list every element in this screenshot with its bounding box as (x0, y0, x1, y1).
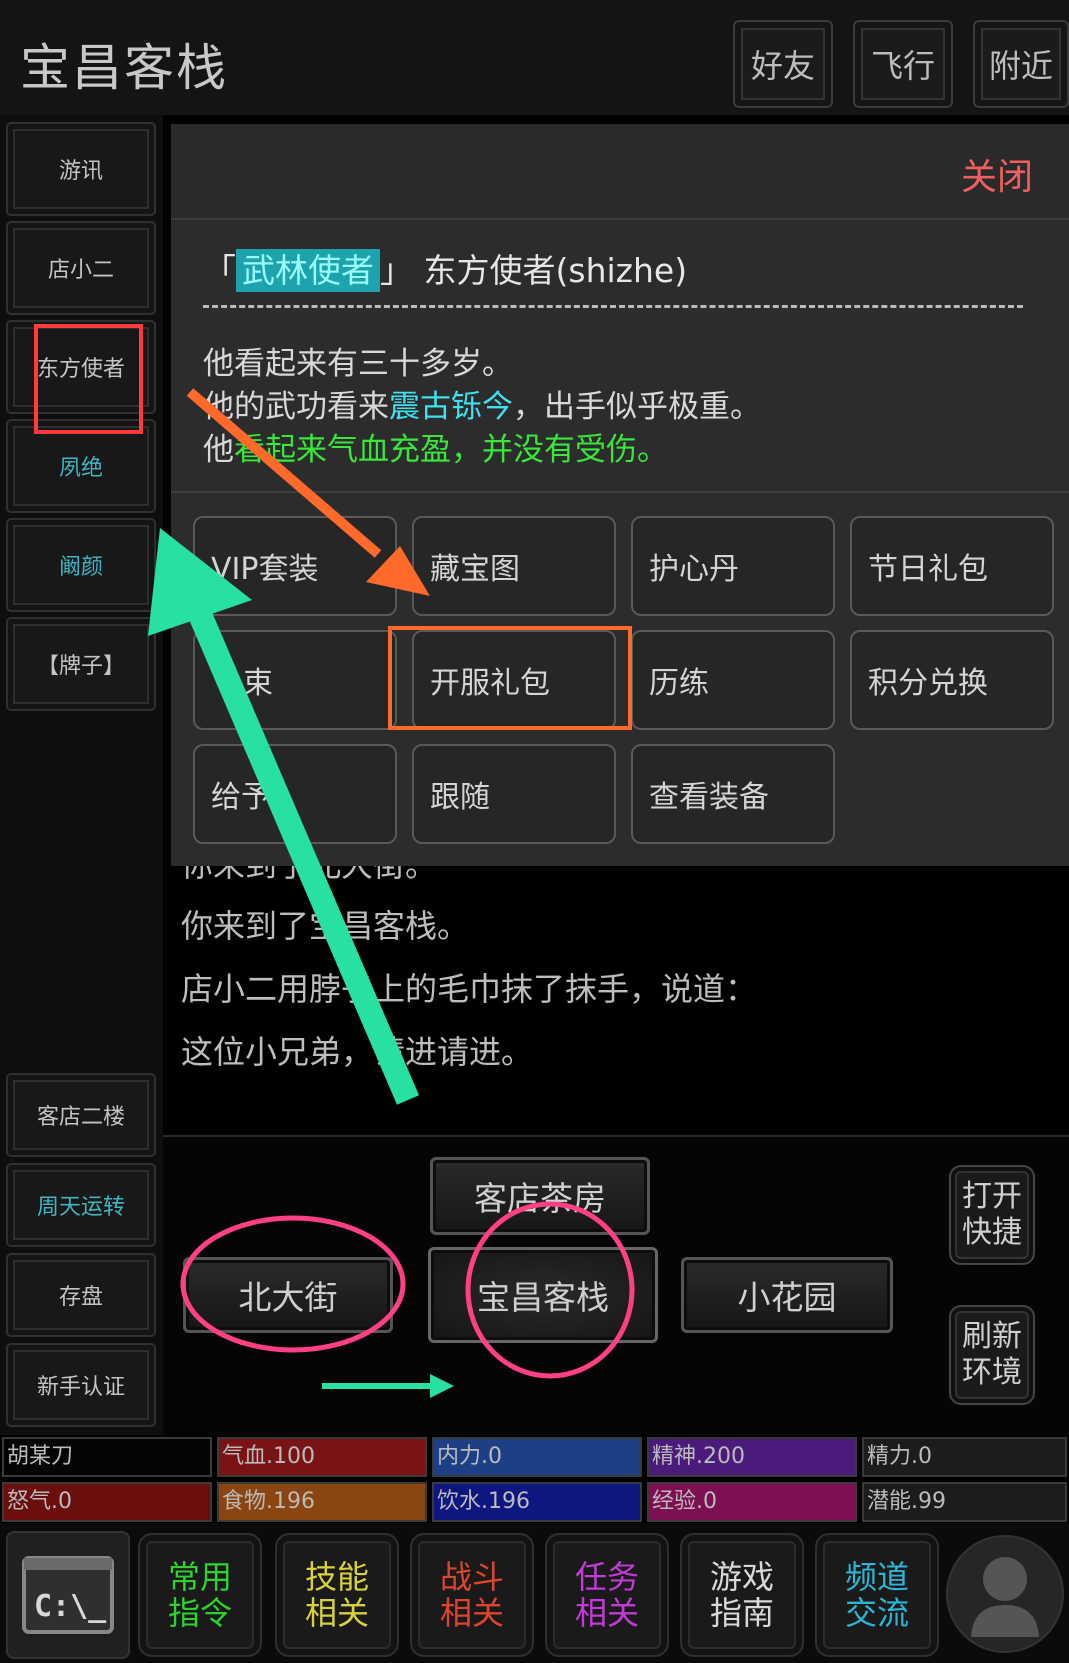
bracket-open: 「 (203, 251, 236, 290)
top-bar: 宝昌客栈 好友 飞行 附近 (0, 0, 1069, 115)
action-shu[interactable]: 束 (193, 630, 397, 730)
exit-west-beidajie[interactable]: 北大街 (183, 1257, 393, 1333)
exit-north-kedian-chafang[interactable]: 客店茶房 (430, 1157, 650, 1235)
stat-food: 食物.196 (217, 1482, 427, 1522)
stat-potential: 潜能.99 (862, 1482, 1067, 1522)
action-vip-set[interactable]: VIP套装 (193, 516, 397, 616)
action-give[interactable]: 给予 (193, 744, 397, 844)
npc-dialog: 关闭 「武林使者」 东方使者(shizhe) 他看起来有三十多岁。 他的武功看来… (171, 124, 1069, 866)
svg-text:C:\_: C:\_ (34, 1589, 107, 1624)
stat-hp: 气血.100 (217, 1437, 427, 1477)
divider (171, 491, 1069, 493)
refresh-environment-button[interactable]: 刷新 环境 (949, 1305, 1035, 1405)
common-commands-button[interactable]: 常用 指令 (138, 1533, 262, 1657)
dialog-header: 关闭 (171, 124, 1069, 220)
divider (203, 305, 1023, 308)
npc-kanyan[interactable]: 阚颜 (6, 518, 156, 612)
newbie-verify-button[interactable]: 新手认证 (6, 1343, 156, 1427)
action-lilian[interactable]: 历练 (631, 630, 835, 730)
npc-sidebar: 游讯 店小二 东方使者 夙绝 阚颜 【牌子】 客店二楼 周天运转 存盘 新手认证 (0, 115, 163, 1435)
bottom-menu: C:\_ 常用 指令 技能 相关 战斗 相关 任务 相关 游戏 指南 频道 交流 (0, 1523, 1069, 1663)
zhoutian-yunzhuan-button[interactable]: 周天运转 (6, 1163, 156, 1247)
exit-kedian-erlou[interactable]: 客店二楼 (6, 1073, 156, 1157)
action-huxin-dan[interactable]: 护心丹 (631, 516, 835, 616)
npc-title-badge: 武林使者 (236, 249, 380, 292)
friends-button[interactable]: 好友 (733, 20, 833, 108)
stat-player-name: 胡某刀 (2, 1437, 212, 1477)
current-room-baochang-kezhan[interactable]: 宝昌客栈 (428, 1247, 658, 1343)
action-server-open-gift[interactable]: 开服礼包 (412, 630, 616, 730)
save-button[interactable]: 存盘 (6, 1253, 156, 1337)
room-map: 客店茶房 北大街 宝昌客栈 小花园 打开 快捷 刷新 环境 (163, 1135, 1069, 1435)
exit-east-xiaohuayuan[interactable]: 小花园 (681, 1257, 893, 1333)
action-view-equipment[interactable]: 查看装备 (631, 744, 835, 844)
action-points-exchange[interactable]: 积分兑换 (850, 630, 1054, 730)
fly-button[interactable]: 飞行 (853, 20, 953, 108)
npc-heading: 「武林使者」 东方使者(shizhe) (203, 244, 687, 292)
skills-button[interactable]: 技能 相关 (275, 1533, 399, 1657)
log-line: 你来到了宝昌客栈。 (181, 907, 470, 945)
skill-level: 震古铄今 (389, 389, 513, 425)
npc-name: 东方使者(shizhe) (423, 251, 688, 290)
close-button[interactable]: 关闭 (961, 148, 1033, 200)
stat-water: 饮水.196 (432, 1482, 642, 1522)
avatar[interactable] (946, 1535, 1064, 1653)
room-title: 宝昌客栈 (20, 39, 228, 97)
log-line: 这位小兄弟，请进请进。 (181, 1033, 534, 1071)
terminal-icon: C:\_ (22, 1556, 114, 1634)
npc-dianxiaoer[interactable]: 店小二 (6, 221, 156, 315)
npc-paizi[interactable]: 【牌子】 (6, 617, 156, 711)
log-line: 店小二用脖子上的毛巾抹了抹手，说道： (181, 970, 758, 1008)
action-treasure-map[interactable]: 藏宝图 (412, 516, 616, 616)
npc-dongfang-shizhe[interactable]: 东方使者 (6, 320, 156, 414)
health-status: 看起来气血充盈，并没有受伤。 (234, 432, 668, 468)
stat-neili: 内力.0 (432, 1437, 642, 1477)
nearby-button[interactable]: 附近 (973, 20, 1069, 108)
quests-button[interactable]: 任务 相关 (545, 1533, 669, 1657)
console-button[interactable]: C:\_ (6, 1531, 130, 1659)
npc-age-desc: 他看起来有三十多岁。 (203, 346, 513, 382)
stat-nuqi: 怒气.0 (2, 1482, 212, 1522)
stat-exp: 经验.0 (647, 1482, 857, 1522)
game-guide-button[interactable]: 游戏 指南 (680, 1533, 804, 1657)
combat-button[interactable]: 战斗 相关 (410, 1533, 534, 1657)
npc-health-desc: 他看起来气血充盈，并没有受伤。 (203, 432, 668, 468)
channel-chat-button[interactable]: 频道 交流 (815, 1533, 939, 1657)
action-follow[interactable]: 跟随 (412, 744, 616, 844)
open-shortcuts-button[interactable]: 打开 快捷 (949, 1165, 1035, 1265)
bracket-close: 」 (380, 251, 413, 290)
stat-jingli: 精力.0 (862, 1437, 1067, 1477)
user-avatar-icon (971, 1557, 1039, 1637)
stat-jingshen: 精神.200 (647, 1437, 857, 1477)
npc-youxun[interactable]: 游讯 (6, 122, 156, 216)
message-log: 你来到了北大街。 你来到了宝昌客栈。 店小二用脖子上的毛巾抹了抹手，说道： 这位… (163, 846, 1069, 1130)
npc-skill-desc: 他的武功看来震古铄今，出手似乎极重。 (203, 389, 761, 425)
npc-sujue[interactable]: 夙绝 (6, 419, 156, 513)
action-holiday-gift[interactable]: 节日礼包 (850, 516, 1054, 616)
